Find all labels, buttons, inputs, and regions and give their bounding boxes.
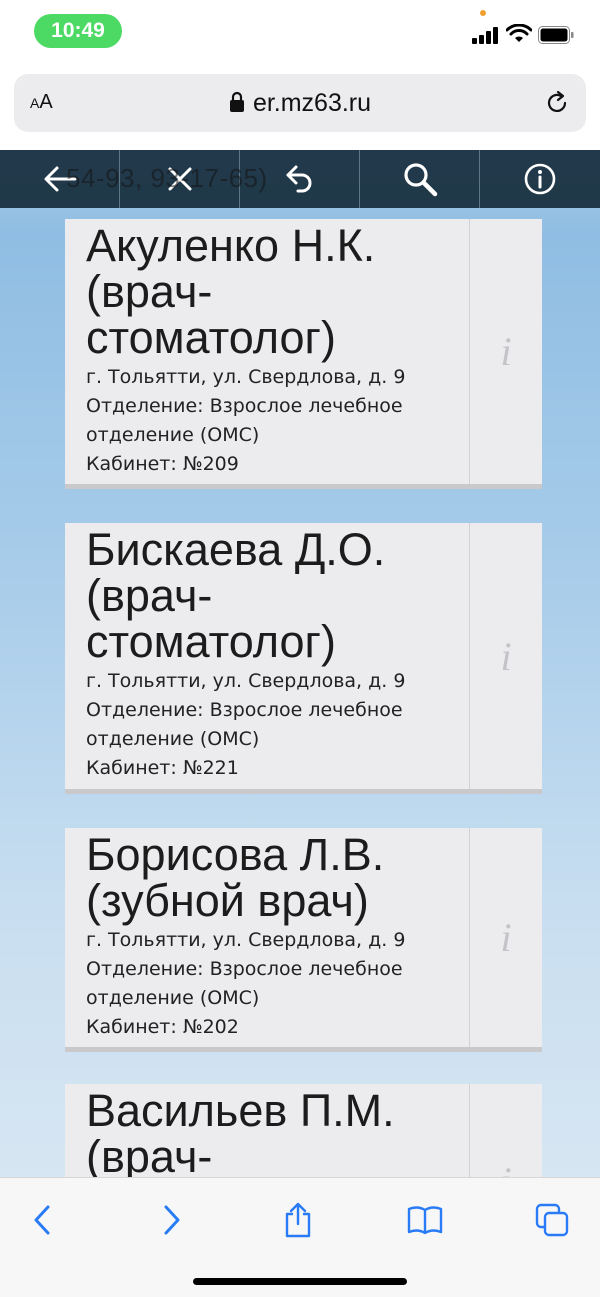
doctor-name-line: (врач- <box>86 1131 213 1178</box>
info-i-icon: i <box>500 633 512 679</box>
doctor-name: Борисова Л.В. (зубной врач) <box>86 832 459 924</box>
wifi-icon <box>506 24 532 42</box>
doctor-name-line: Акуленко Н.К. <box>86 220 376 271</box>
chevron-left-icon <box>34 1205 50 1235</box>
chevron-right-icon <box>164 1205 180 1235</box>
doctor-info-button[interactable]: i <box>469 828 542 1047</box>
search-icon <box>403 163 437 197</box>
doctor-info-button[interactable]: i <box>469 219 542 484</box>
cellular-signal-icon <box>472 26 502 44</box>
reload-icon[interactable] <box>544 90 570 116</box>
doctor-department-cont: отделение (ОМС) <box>86 987 260 1009</box>
share-button[interactable] <box>276 1198 320 1242</box>
close-icon <box>168 167 191 191</box>
status-time: 10:49 <box>34 14 122 48</box>
doctor-name-line: (врач- <box>86 570 213 621</box>
open-book-icon <box>407 1206 443 1235</box>
doctor-card[interactable]: Борисова Л.В. (зубной врач) г. Тольятти,… <box>65 828 542 1052</box>
bookmarks-button[interactable] <box>403 1198 447 1242</box>
doctor-card-body[interactable]: Борисова Л.В. (зубной врач) г. Тольятти,… <box>65 828 469 1047</box>
info-i-icon: i <box>500 1158 511 1177</box>
doctor-card[interactable]: Васильев П.М. (врач- i <box>65 1084 542 1177</box>
doctor-department: Отделение: Взрослое лечебное <box>86 395 403 417</box>
doctor-name-line: стоматолог) <box>86 616 336 667</box>
doctor-name-line: Бискаева Д.О. <box>86 524 386 575</box>
doctor-department: Отделение: Взрослое лечебное <box>86 699 403 721</box>
doctor-department-cont: отделение (ОМС) <box>86 728 260 750</box>
doctor-address: г. Тольятти, ул. Свердлова, д. 9 <box>86 670 406 692</box>
info-i-icon: i <box>500 915 512 960</box>
doctor-card-body[interactable]: Васильев П.М. (врач- <box>65 1084 469 1178</box>
doctor-address: г. Тольятти, ул. Свердлова, д. 9 <box>86 929 406 951</box>
info-i-icon: i <box>500 329 512 374</box>
browser-back-button[interactable] <box>20 1198 64 1242</box>
lock-icon <box>229 91 244 112</box>
doctor-department-cont: отделение (ОМС) <box>86 424 260 446</box>
tabs-button[interactable] <box>530 1198 574 1242</box>
share-icon <box>285 1202 311 1238</box>
doctor-cabinet: Кабинет: №221 <box>86 757 239 779</box>
browser-forward-button[interactable] <box>150 1198 194 1242</box>
doctor-card[interactable]: Бискаева Д.О. (врач- стоматолог) г. Толь… <box>65 523 542 794</box>
battery-icon <box>538 26 574 44</box>
doctor-list: Акуленко Н.К. (врач- стоматолог) г. Толь… <box>65 219 542 1177</box>
browser-address-area: AA er.mz63.ru <box>0 64 600 150</box>
status-bar: 10:49 <box>0 0 600 64</box>
search-button[interactable] <box>360 150 480 208</box>
arrow-left-icon <box>44 166 76 192</box>
doctor-name-line: Борисова Л.В. <box>86 829 385 880</box>
info-circle-icon <box>524 163 556 195</box>
doctor-name-line: (врач- <box>86 266 213 317</box>
doctor-info-button[interactable]: i <box>469 523 542 789</box>
undo-arrow-icon <box>286 165 311 193</box>
doctor-card[interactable]: Акуленко Н.К. (врач- стоматолог) г. Толь… <box>65 219 542 489</box>
home-indicator <box>193 1278 407 1285</box>
url-display[interactable]: er.mz63.ru <box>14 89 586 118</box>
undo-button[interactable] <box>240 150 360 208</box>
doctor-name-line: Васильев П.М. <box>86 1085 395 1136</box>
doctor-name: Бискаева Д.О. (врач- стоматолог) <box>86 527 459 665</box>
info-button[interactable] <box>480 150 600 208</box>
doctor-info-button[interactable]: i <box>469 1084 542 1177</box>
doctor-name-line: стоматолог) <box>86 312 336 363</box>
close-button[interactable] <box>120 150 240 208</box>
tabs-icon <box>535 1203 569 1237</box>
doctor-card-body[interactable]: Акуленко Н.К. (врач- стоматолог) г. Толь… <box>65 219 469 484</box>
site-toolbar <box>0 150 600 208</box>
doctor-name: Акуленко Н.К. (врач- стоматолог) <box>86 223 459 361</box>
url-text: er.mz63.ru <box>252 89 372 117</box>
doctor-address: г. Тольятти, ул. Свердлова, д. 9 <box>86 366 406 388</box>
doctor-name: Васильев П.М. (врач- <box>86 1085 459 1178</box>
privacy-indicator-dot <box>480 10 486 16</box>
doctor-card-body[interactable]: Бискаева Д.О. (врач- стоматолог) г. Толь… <box>65 523 469 789</box>
doctor-cabinet: Кабинет: №202 <box>86 1016 239 1038</box>
doctor-cabinet: Кабинет: №209 <box>86 453 239 475</box>
back-button[interactable] <box>0 150 120 208</box>
doctor-department: Отделение: Взрослое лечебное <box>86 958 403 980</box>
address-bar[interactable]: AA er.mz63.ru <box>14 74 586 132</box>
doctor-name-line: (зубной врач) <box>86 875 369 926</box>
